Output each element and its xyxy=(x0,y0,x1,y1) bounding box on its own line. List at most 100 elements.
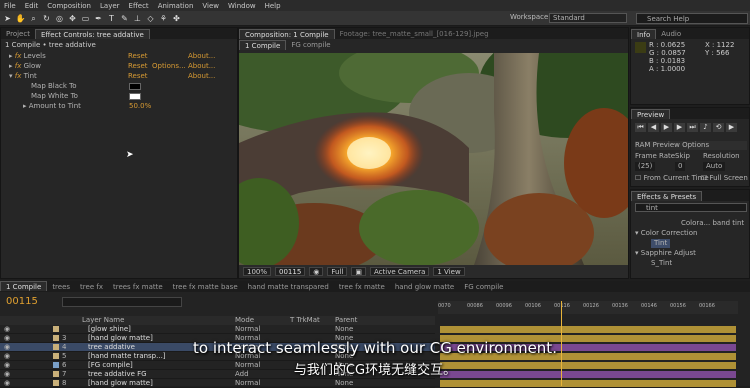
ram-preview-options-dropdown[interactable]: RAM Preview Options xyxy=(635,141,747,150)
tab-fg-compile[interactable]: FG compile xyxy=(459,282,508,292)
effects-search-input[interactable]: tint xyxy=(635,203,747,212)
layer-mode[interactable]: Normal xyxy=(235,379,260,388)
layer-name[interactable]: [hand glow matte] xyxy=(88,379,153,388)
tab-preview[interactable]: Preview xyxy=(631,109,671,119)
roto-tool-icon[interactable]: ⚘ xyxy=(158,13,169,24)
zoom-dropdown[interactable]: 100% xyxy=(243,267,272,276)
selection-tool-icon[interactable]: ➤ xyxy=(2,13,13,24)
effects-item[interactable]: S_Tint xyxy=(651,259,672,268)
time-ruler[interactable]: 0070000860009600106001160012600136001460… xyxy=(438,301,738,314)
effect-row-levels[interactable]: ▸ fx Levels xyxy=(9,52,46,61)
play-icon[interactable]: ▶ xyxy=(661,123,672,132)
layer-parent[interactable]: None xyxy=(335,325,353,334)
puppet-tool-icon[interactable]: ✤ xyxy=(171,13,182,24)
layer-mode[interactable]: Normal xyxy=(235,325,260,334)
from-current-time-checkbox[interactable]: ☐ From Current Time xyxy=(635,174,709,183)
current-time-display[interactable]: 00115 xyxy=(275,267,306,276)
region-icon[interactable]: ▣ xyxy=(351,267,367,276)
pen-tool-icon[interactable]: ✒ xyxy=(93,13,104,24)
rotate-tool-icon[interactable]: ↻ xyxy=(41,13,52,24)
tab-audio[interactable]: Audio xyxy=(656,29,686,39)
eye-icon[interactable]: ◉ xyxy=(4,379,10,388)
effects-category[interactable]: ▾ Color Correction xyxy=(635,229,697,238)
menu-layer[interactable]: Layer xyxy=(100,2,120,10)
workspace-dropdown[interactable]: Standard xyxy=(549,13,627,23)
tint-reset-link[interactable]: Reset xyxy=(128,72,148,81)
menu-help[interactable]: Help xyxy=(265,2,281,10)
tint-about-link[interactable]: About... xyxy=(188,72,215,81)
effects-category[interactable]: ▾ Sapphire Adjust xyxy=(635,249,696,258)
text-tool-icon[interactable]: T xyxy=(106,13,117,24)
menu-window[interactable]: Window xyxy=(228,2,256,10)
search-help-input[interactable]: Search Help xyxy=(636,13,748,24)
composition-viewer[interactable] xyxy=(239,53,628,265)
prev-frame-icon[interactable]: ◀ xyxy=(648,123,659,132)
menu-file[interactable]: File xyxy=(4,2,16,10)
next-frame-icon[interactable]: ▶ xyxy=(674,123,685,132)
tab-tree-fx-matte-2[interactable]: tree fx matte xyxy=(334,282,390,292)
subtab-fg-compile[interactable]: FG compile xyxy=(286,40,335,50)
glow-about-link[interactable]: About... xyxy=(188,62,215,71)
tab-trees[interactable]: trees xyxy=(47,282,75,292)
zoom-tool-icon[interactable]: ⌕ xyxy=(28,13,39,24)
menu-effect[interactable]: Effect xyxy=(129,2,149,10)
resolution-dropdown-preview[interactable]: Auto xyxy=(703,162,726,171)
timeline-search-input[interactable] xyxy=(62,297,182,307)
snapshot-icon[interactable]: ◉ xyxy=(309,267,324,276)
tab-effect-controls[interactable]: Effect Controls: tree addative xyxy=(34,29,150,39)
col-parent[interactable]: Parent xyxy=(335,316,357,325)
col-trkmat[interactable]: T TrkMat xyxy=(290,316,320,325)
camera-dropdown[interactable]: Active Camera xyxy=(370,267,430,276)
levels-about-link[interactable]: About... xyxy=(188,52,215,61)
glow-options-link[interactable]: Options... xyxy=(152,62,186,71)
hand-tool-icon[interactable]: ✋ xyxy=(15,13,26,24)
mute-icon[interactable]: ♪ xyxy=(700,123,711,132)
glow-reset-link[interactable]: Reset xyxy=(128,62,148,71)
tab-tree-fx[interactable]: tree fx xyxy=(75,282,108,292)
map-white-swatch[interactable] xyxy=(129,93,141,100)
eye-icon[interactable]: ◉ xyxy=(4,325,10,334)
tab-effects-presets[interactable]: Effects & Presets xyxy=(631,191,703,201)
effects-item[interactable]: Colora... band tint xyxy=(681,219,744,228)
camera-tool-icon[interactable]: ◎ xyxy=(54,13,65,24)
menu-edit[interactable]: Edit xyxy=(25,2,39,10)
effects-item-tint[interactable]: Tint xyxy=(651,239,671,248)
tab-tree-fx-matte-base[interactable]: tree fx matte base xyxy=(168,282,243,292)
col-layer-name[interactable]: Layer Name xyxy=(82,316,124,325)
subtab-1-compile[interactable]: 1 Compile xyxy=(239,40,287,50)
menu-composition[interactable]: Composition xyxy=(47,2,91,10)
map-black-swatch[interactable] xyxy=(129,83,141,90)
levels-reset-link[interactable]: Reset xyxy=(128,52,148,61)
col-mode[interactable]: Mode xyxy=(235,316,254,325)
eraser-tool-icon[interactable]: ◇ xyxy=(145,13,156,24)
effect-row-glow[interactable]: ▸ fx Glow xyxy=(9,62,41,71)
ram-preview-icon[interactable]: ▶ xyxy=(726,123,737,132)
layer-label-color[interactable] xyxy=(53,380,59,386)
amount-to-tint-value[interactable]: 50.0% xyxy=(129,102,151,111)
tab-hand-glow-matte[interactable]: hand glow matte xyxy=(390,282,459,292)
first-frame-icon[interactable]: ⏮ xyxy=(635,123,646,132)
tab-1-compile[interactable]: 1 Compile xyxy=(0,281,48,291)
brush-tool-icon[interactable]: ✎ xyxy=(119,13,130,24)
layer-row[interactable]: ◉ 8 [hand glow matte] Normal None xyxy=(0,379,435,388)
tab-project[interactable]: Project xyxy=(1,29,35,39)
layer-parent[interactable]: None xyxy=(335,379,353,388)
view-layout-dropdown[interactable]: 1 View xyxy=(433,267,465,276)
last-frame-icon[interactable]: ⏭ xyxy=(687,123,698,132)
tab-info[interactable]: Info xyxy=(631,29,657,39)
resolution-dropdown[interactable]: Full xyxy=(327,267,348,276)
layer-label-color[interactable] xyxy=(53,326,59,332)
frame-rate-dropdown[interactable]: (25) xyxy=(635,162,656,171)
rectangle-tool-icon[interactable]: ▭ xyxy=(80,13,91,24)
layer-name[interactable]: [glow shine] xyxy=(88,325,131,334)
layer-row[interactable]: ◉ [glow shine] Normal None xyxy=(0,325,435,334)
skip-dropdown[interactable]: 0 xyxy=(675,162,686,171)
menu-animation[interactable]: Animation xyxy=(158,2,194,10)
full-screen-checkbox[interactable]: ☐ Full Screen xyxy=(701,174,748,183)
tab-trees-fx-matte[interactable]: trees fx matte xyxy=(108,282,168,292)
menu-view[interactable]: View xyxy=(202,2,219,10)
effect-row-tint[interactable]: ▾ fx Tint xyxy=(9,72,37,81)
layer-duration-bar[interactable] xyxy=(440,326,736,333)
loop-icon[interactable]: ⟲ xyxy=(713,123,724,132)
clone-tool-icon[interactable]: ⊥ xyxy=(132,13,143,24)
